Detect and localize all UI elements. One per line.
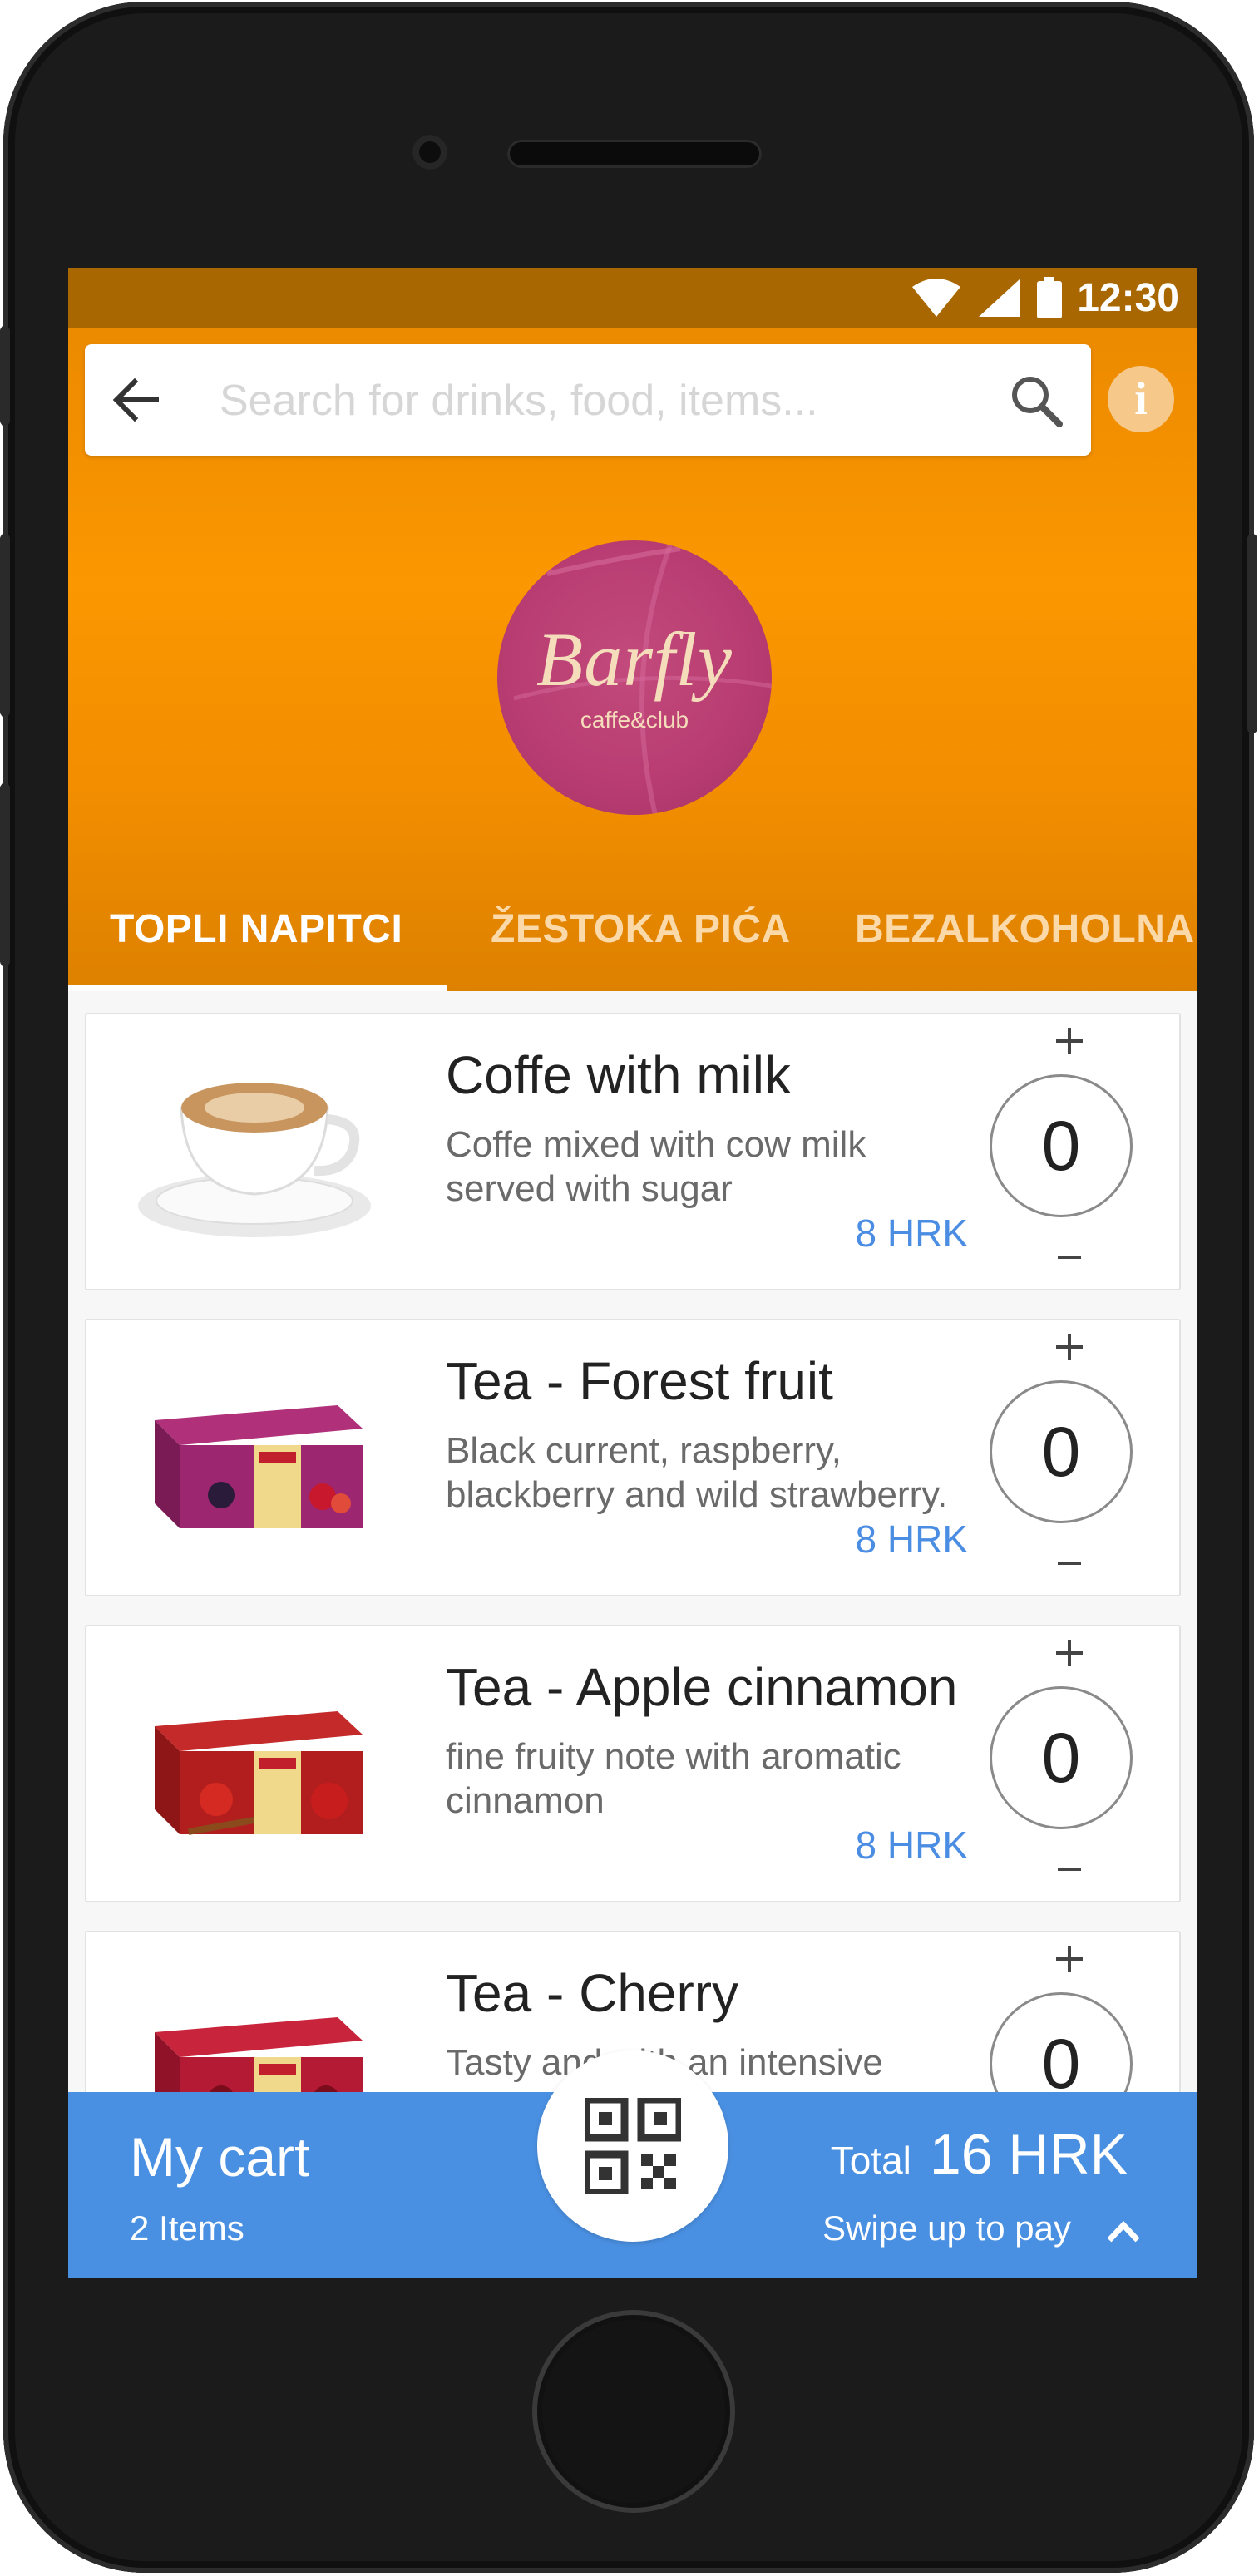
phone-frame: 12:30 i Barfly caffe&club TOPLI NAPITC: [0, 2, 1257, 2573]
back-arrow-icon[interactable]: [110, 373, 163, 427]
tea-box-forest-fruit-image: [155, 1405, 363, 1528]
tab-zestoka-pica[interactable]: ŽESTOKA PIĆA: [491, 866, 791, 991]
cart-items-count: 2 Items: [130, 2208, 244, 2248]
coffee-cup-image: [138, 1083, 371, 1237]
item-price: 8 HRK: [855, 1823, 968, 1867]
item-title: Tea - Forest fruit: [446, 1351, 833, 1411]
tab-topli-napitci[interactable]: TOPLI NAPITCI: [110, 866, 402, 991]
tab-bezalkoholna[interactable]: BEZALKOHOLNA: [855, 866, 1195, 991]
item-title: Tea - Apple cinnamon: [446, 1657, 958, 1717]
front-camera: [412, 135, 447, 170]
minus-icon[interactable]: [1053, 1547, 1086, 1580]
phone-side-button: [0, 783, 10, 966]
quantity-display: 0: [990, 1074, 1133, 1217]
item-title: Coffe with milk: [446, 1045, 791, 1105]
plus-icon[interactable]: [1053, 1942, 1086, 1976]
minus-icon[interactable]: [1053, 1241, 1086, 1274]
item-description: fine fruity note with aromatic cinnamon: [446, 1736, 901, 1821]
tea-box-apple-cinnamon-image: [155, 1711, 363, 1835]
qr-code-button[interactable]: [537, 2050, 728, 2242]
status-bar: 12:30: [68, 268, 1197, 328]
minus-icon[interactable]: [1053, 1853, 1086, 1886]
menu-item-card[interactable]: Coffe with milk Coffe mixed with cow mil…: [85, 1013, 1181, 1290]
item-price: 8 HRK: [855, 1212, 968, 1255]
cart-total: Total 16 HRK: [831, 2122, 1128, 2187]
quantity-display: 0: [990, 1686, 1133, 1829]
plus-icon[interactable]: [1053, 1024, 1086, 1058]
phone-side-button: [0, 326, 10, 426]
info-icon[interactable]: i: [1108, 366, 1174, 432]
active-tab-indicator: [68, 985, 447, 991]
item-title: Tea - Cherry: [446, 1963, 739, 2023]
home-button[interactable]: [532, 2310, 735, 2513]
menu-item-card[interactable]: Tea - Forest fruit Black current, raspbe…: [85, 1319, 1181, 1596]
logo-subtext: caffe&club: [580, 707, 689, 733]
venue-header: 12:30 i Barfly caffe&club TOPLI NAPITC: [68, 268, 1197, 991]
item-description: Coffe mixed with cow milk served with su…: [446, 1124, 866, 1209]
plus-icon[interactable]: [1053, 1636, 1086, 1670]
item-description: Black current, raspberry, blackberry and…: [446, 1430, 948, 1515]
qr-code-icon: [585, 2098, 681, 2194]
cart-title: My cart: [130, 2126, 310, 2188]
wifi-icon: [912, 279, 961, 317]
search-input[interactable]: [218, 366, 853, 436]
status-time: 12:30: [1077, 275, 1179, 320]
chevron-up-icon[interactable]: [1103, 2210, 1144, 2252]
search-bar[interactable]: [85, 344, 1091, 456]
quantity-display: 0: [990, 1380, 1133, 1523]
item-description: Tasty and with an intensive: [446, 2042, 883, 2083]
total-label: Total: [830, 2139, 911, 2182]
phone-side-button: [1247, 534, 1257, 733]
swipe-hint: Swipe up to pay: [822, 2208, 1071, 2248]
battery-icon: [1037, 277, 1063, 318]
search-icon[interactable]: [1006, 371, 1066, 431]
logo-wordmark: Barfly: [536, 617, 733, 702]
signal-icon: [979, 279, 1021, 317]
phone-side-button: [0, 534, 10, 717]
earpiece-speaker: [507, 140, 762, 168]
menu-item-card[interactable]: Tea - Apple cinnamon fine fruity note wi…: [85, 1625, 1181, 1902]
item-price: 8 HRK: [855, 1517, 968, 1561]
venue-logo: Barfly caffe&club: [497, 540, 772, 815]
plus-icon[interactable]: [1053, 1330, 1086, 1364]
category-tabs: TOPLI NAPITCI ŽESTOKA PIĆA BEZALKOHOLNA: [68, 866, 1197, 991]
total-value: 16 HRK: [929, 2123, 1128, 2186]
app-screen: 12:30 i Barfly caffe&club TOPLI NAPITC: [68, 268, 1197, 2278]
